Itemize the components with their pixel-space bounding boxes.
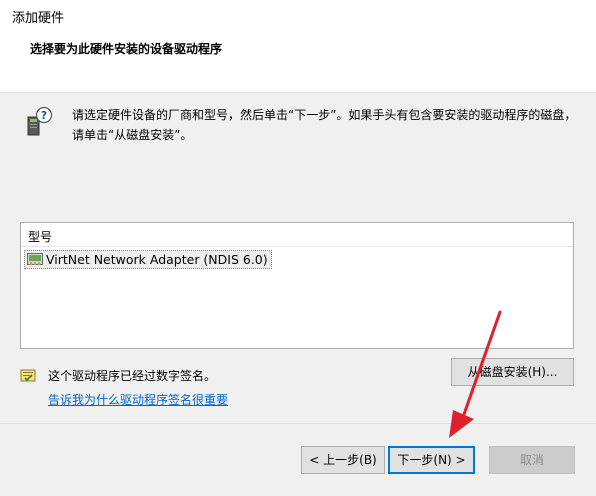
- page-subheading: 选择要为此硬件安装的设备驱动程序: [30, 42, 223, 56]
- instructions-text: 请选定硬件设备的厂商和型号，然后单击“下一步”。如果手头有包含要安装的驱动程序的…: [72, 105, 584, 145]
- svg-text:?: ?: [41, 109, 47, 122]
- signature-status-text: 这个驱动程序已经过数字签名。: [48, 369, 217, 383]
- header-area: 添加硬件 选择要为此硬件安装的设备驱动程序: [0, 0, 596, 93]
- window-title: 添加硬件: [12, 11, 65, 26]
- network-adapter-icon: [27, 253, 43, 265]
- signature-info-link[interactable]: 告诉我为什么驱动程序签名很重要: [48, 391, 228, 408]
- hardware-help-icon: ?: [27, 106, 53, 136]
- next-button[interactable]: 下一步(N) >: [388, 446, 475, 474]
- model-item-label: VirtNet Network Adapter (NDIS 6.0): [46, 252, 268, 267]
- model-list[interactable]: 型号 VirtNet Network Adapter (NDIS 6.0): [20, 222, 574, 349]
- footer-divider: [0, 423, 596, 424]
- model-header-divider: [21, 246, 573, 247]
- cancel-button: 取消: [489, 446, 575, 474]
- model-column-header: 型号: [28, 230, 53, 244]
- signed-driver-icon: [20, 369, 36, 382]
- have-disk-button[interactable]: 从磁盘安装(H)...: [451, 358, 574, 386]
- instructions-line-2: 请单击“从磁盘安装”。: [72, 128, 193, 142]
- back-button[interactable]: < 上一步(B): [301, 446, 385, 474]
- instructions-line-1: 请选定硬件设备的厂商和型号，然后单击“下一步”。如果手头有包含要安装的驱动程序的…: [72, 108, 577, 122]
- model-list-item[interactable]: VirtNet Network Adapter (NDIS 6.0): [24, 250, 272, 269]
